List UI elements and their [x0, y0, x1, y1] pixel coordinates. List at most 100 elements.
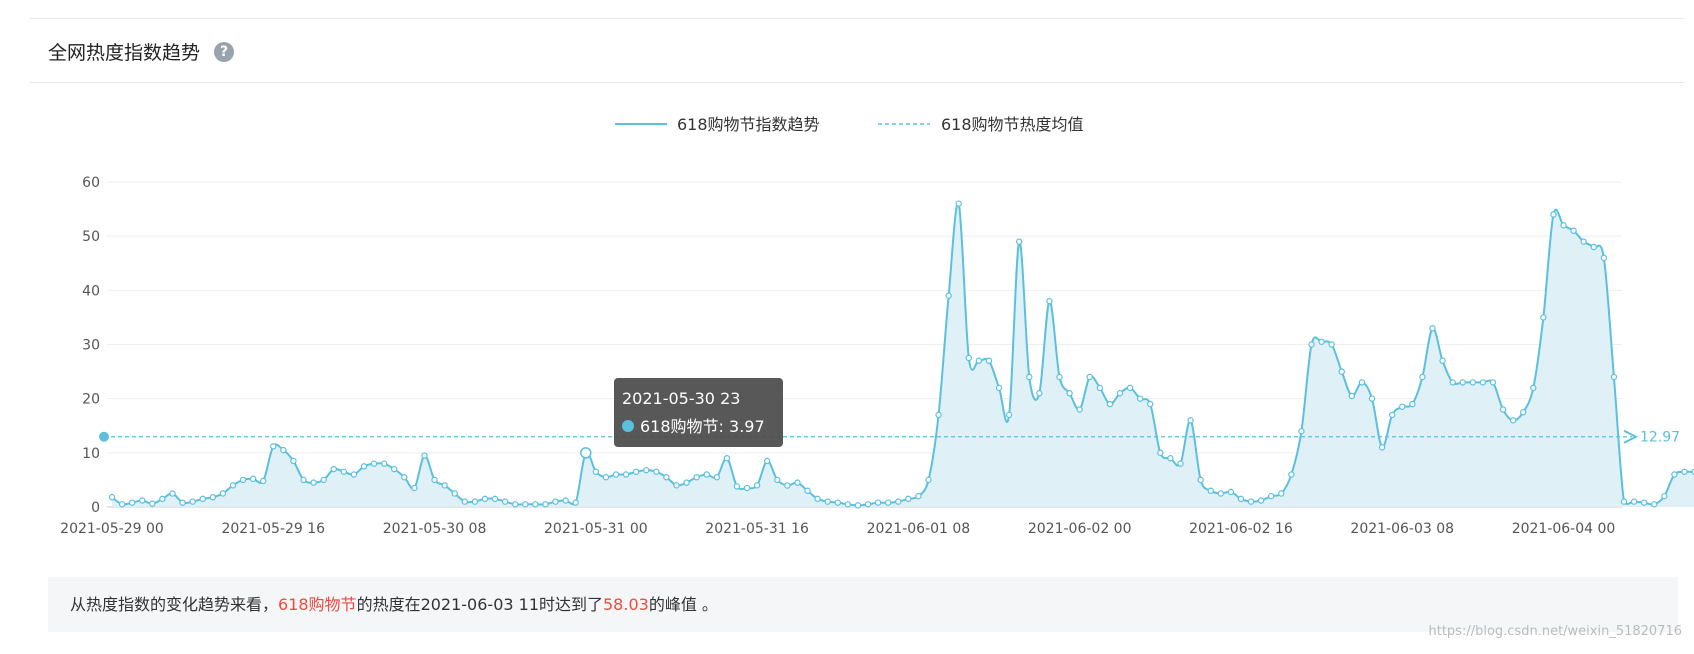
- data-point: [310, 479, 317, 486]
- data-point: [1066, 390, 1073, 397]
- data-point: [169, 490, 176, 497]
- data-point: [532, 501, 539, 508]
- y-tick-label: 40: [82, 283, 100, 299]
- data-point: [159, 495, 166, 503]
- watermark: https://blog.csdn.net/weixin_51820716: [1428, 624, 1682, 639]
- data-point: [1237, 495, 1245, 503]
- trend-chart: 0 10 20 30 40 50 60 2021-05-29 00 2021-05-29 16 2…: [60, 115, 1694, 537]
- y-tick-label: 10: [82, 446, 100, 462]
- help-icon[interactable]: ?: [214, 41, 235, 62]
- data-point: [461, 498, 468, 505]
- data-point: [834, 499, 841, 506]
- data-point: [239, 476, 247, 484]
- x-tick-label: 2021-06-02 00: [1028, 521, 1132, 537]
- data-point: [370, 460, 378, 467]
- data-point: [290, 457, 297, 465]
- data-point: [1126, 384, 1134, 392]
- data-point: [864, 501, 872, 508]
- data-point: [1267, 492, 1275, 500]
- data-point: [693, 474, 700, 481]
- data-point: [1550, 211, 1557, 218]
- data-point: [421, 452, 428, 459]
- data-point: [441, 482, 448, 489]
- data-point: [1519, 409, 1527, 416]
- data-point: [1026, 373, 1033, 381]
- header-divider: [30, 82, 1684, 83]
- data-point: [108, 494, 116, 501]
- data-point: [320, 476, 327, 484]
- data-point: [1479, 379, 1487, 386]
- y-tick-label: 0: [91, 500, 100, 516]
- section-title: 全网热度指数趋势 ?: [48, 38, 235, 65]
- top-divider: [30, 18, 1684, 19]
- data-point: [350, 471, 358, 478]
- data-point: [1157, 449, 1164, 457]
- data-point: [612, 471, 620, 478]
- data-point: [673, 482, 680, 489]
- x-tick-label: 2021-06-02 16: [1189, 521, 1293, 537]
- data-point: [1217, 490, 1225, 497]
- data-point: [995, 384, 1003, 392]
- section-title-text: 全网热度指数趋势: [48, 42, 201, 64]
- data-point: [1207, 487, 1214, 494]
- data-point: [1540, 314, 1547, 321]
- data-point: [1005, 411, 1013, 419]
- x-tick-label: 2021-05-29 00: [60, 521, 164, 537]
- legend: 618购物节指数趋势 618购物节热度均值: [615, 115, 1084, 134]
- tooltip-time: 2021-05-30 23: [622, 389, 740, 408]
- summary-keyword: 618购物节: [278, 595, 357, 614]
- data-point: [1328, 341, 1335, 348]
- summary-prefix: 从热度指数的变化趋势来看，: [70, 595, 279, 614]
- x-tick-label: 2021-05-31 00: [544, 521, 648, 537]
- data-point: [1590, 243, 1597, 251]
- data-point: [1449, 379, 1456, 386]
- summary-peak: 58.03: [603, 595, 649, 614]
- data-point: [1136, 395, 1144, 402]
- data-point: [713, 474, 721, 481]
- data-point: [955, 200, 962, 207]
- data-point: [622, 471, 630, 478]
- data-point: [128, 499, 136, 506]
- data-point: [199, 495, 206, 503]
- data-point: [1560, 222, 1567, 229]
- data-point: [1338, 368, 1345, 375]
- data-point: [1358, 379, 1366, 386]
- data-point: [380, 460, 388, 467]
- data-point: [874, 499, 882, 506]
- data-point: [542, 501, 549, 508]
- data-point: [1399, 403, 1406, 410]
- data-point: [1600, 254, 1608, 262]
- data-point: [1167, 455, 1174, 462]
- data-point: [975, 357, 983, 364]
- data-point: [643, 466, 650, 474]
- data-point: [219, 490, 227, 497]
- data-point: [481, 495, 489, 503]
- data-point: [1278, 490, 1285, 497]
- data-point: [1227, 488, 1235, 496]
- data-point: [1469, 379, 1477, 386]
- data-point: [1076, 406, 1083, 413]
- x-tick-label: 2021-05-29 16: [221, 521, 325, 537]
- data-point: [1409, 400, 1416, 408]
- x-tick-label: 2021-05-31 16: [705, 521, 809, 537]
- data-point: [340, 468, 348, 475]
- data-point: [300, 476, 307, 484]
- data-point: [1056, 373, 1063, 381]
- data-point: [632, 468, 640, 475]
- data-point: [360, 463, 368, 470]
- data-point: [149, 500, 156, 507]
- data-point: [703, 471, 710, 478]
- x-tick-label: 2021-06-03 08: [1350, 521, 1454, 537]
- data-point: [1499, 406, 1507, 413]
- data-point: [139, 497, 146, 504]
- data-point: [1661, 492, 1668, 500]
- data-point: [411, 484, 418, 492]
- data-point: [209, 494, 216, 501]
- data-point: [229, 482, 237, 489]
- data-point: [1288, 471, 1295, 478]
- data-point: [935, 411, 942, 419]
- data-point: [1086, 373, 1093, 381]
- mean-label: 12.97: [1640, 430, 1680, 446]
- data-point: [249, 475, 257, 483]
- data-point: [844, 501, 852, 508]
